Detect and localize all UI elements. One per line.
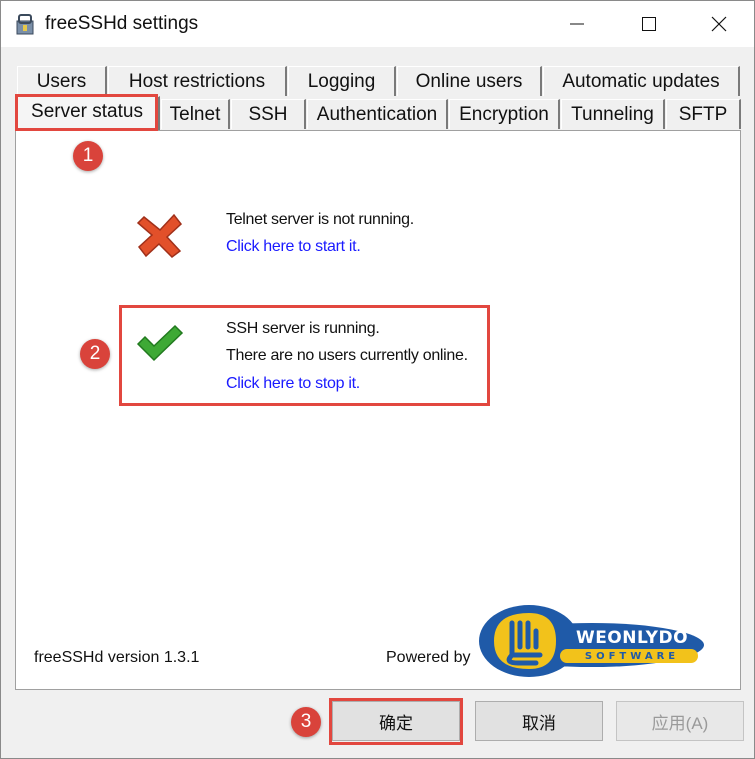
- tab-authentication[interactable]: Authentication: [307, 99, 448, 129]
- window-title: freeSSHd settings: [45, 13, 199, 34]
- tab-host-restrictions[interactable]: Host restrictions: [108, 66, 287, 96]
- annotation-badge-1: 1: [73, 141, 103, 171]
- tab-encryption[interactable]: Encryption: [449, 99, 560, 129]
- close-icon: [711, 16, 727, 32]
- logo-text: WEONLYDO: [575, 628, 689, 648]
- tab-server-status[interactable]: Server status: [15, 96, 160, 130]
- apply-button[interactable]: 应用(A): [616, 701, 744, 741]
- minimize-button[interactable]: [542, 1, 612, 47]
- close-button[interactable]: [684, 1, 754, 47]
- cancel-button[interactable]: 取消: [475, 701, 603, 741]
- tab-telnet[interactable]: Telnet: [161, 99, 230, 129]
- weonlydo-logo[interactable]: WEONLYDO SOFTWARE: [474, 601, 710, 681]
- version-text: freeSSHd version 1.3.1: [34, 649, 200, 666]
- red-x-icon: [136, 213, 183, 258]
- tab-online-users[interactable]: Online users: [397, 66, 542, 96]
- tab-ssh[interactable]: SSH: [231, 99, 306, 129]
- annotation-badge-2: 2: [80, 339, 110, 369]
- telnet-start-link[interactable]: Click here to start it.: [226, 238, 361, 256]
- settings-window: freeSSHd settings Users Host restriction…: [0, 0, 755, 759]
- tab-automatic-updates[interactable]: Automatic updates: [543, 66, 740, 96]
- title-bar[interactable]: freeSSHd settings: [1, 1, 754, 47]
- logo-subtext: SOFTWARE: [584, 651, 680, 662]
- maximize-button[interactable]: [614, 1, 684, 47]
- ssh-status-text: SSH server is running.: [226, 320, 380, 337]
- app-icon: [16, 14, 34, 35]
- maximize-icon: [642, 17, 656, 31]
- tab-logging[interactable]: Logging: [288, 66, 396, 96]
- tab-tunneling[interactable]: Tunneling: [561, 99, 665, 129]
- tab-users[interactable]: Users: [17, 66, 107, 96]
- ssh-stop-link[interactable]: Click here to stop it.: [226, 375, 360, 393]
- powered-by-text: Powered by: [386, 649, 471, 666]
- tab-sftp[interactable]: SFTP: [666, 99, 741, 129]
- annotation-badge-3: 3: [291, 707, 321, 737]
- minimize-icon: [570, 23, 584, 25]
- ok-button[interactable]: 确定: [332, 701, 460, 741]
- ssh-users-text: There are no users currently online.: [226, 347, 468, 364]
- server-status-panel: Telnet server is not running. Click here…: [15, 130, 741, 690]
- green-check-icon: [136, 324, 184, 362]
- telnet-status-text: Telnet server is not running.: [226, 211, 414, 228]
